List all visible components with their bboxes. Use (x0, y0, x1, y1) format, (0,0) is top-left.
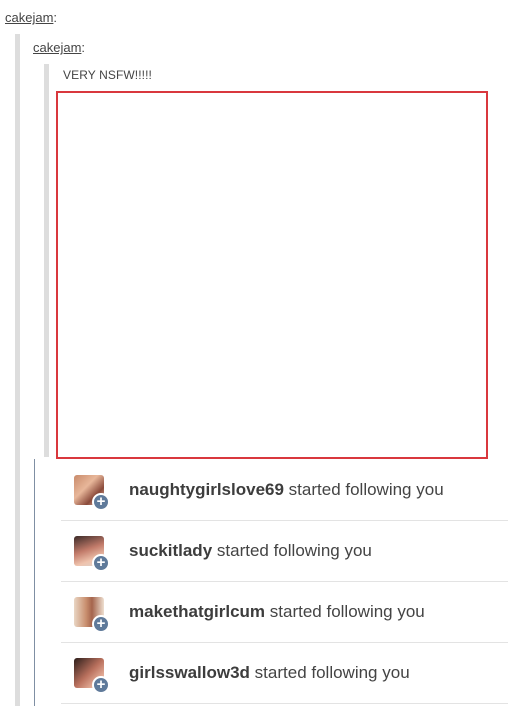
reblog-header-1: cakejam: (5, 10, 57, 25)
notification-action: started following you (288, 480, 444, 499)
notification-username[interactable]: girlsswallow3d (129, 663, 250, 682)
notification-username[interactable]: makethatgirlcum (129, 602, 265, 621)
notification-row[interactable]: + naughtygirlslove69 started following y… (61, 460, 508, 521)
plus-icon[interactable]: + (92, 554, 110, 572)
notification-text: suckitlady started following you (129, 541, 372, 561)
reblog-separator: : (81, 40, 86, 55)
notification-username[interactable]: naughtygirlslove69 (129, 480, 284, 499)
notification-action: started following you (216, 541, 372, 560)
post-text: VERY NSFW!!!!! (63, 68, 152, 82)
notification-text: girlsswallow3d started following you (129, 663, 410, 683)
notification-panel: + naughtygirlslove69 started following y… (34, 459, 508, 706)
notification-username[interactable]: suckitlady (129, 541, 212, 560)
notification-text: naughtygirlslove69 started following you (129, 480, 444, 500)
plus-icon[interactable]: + (92, 493, 110, 511)
post-image-frame[interactable] (56, 91, 488, 459)
reblog-separator: : (53, 10, 58, 25)
notification-row[interactable]: + makethatgirlcum started following you (61, 582, 508, 643)
notification-action: started following you (269, 602, 425, 621)
plus-icon[interactable]: + (92, 615, 110, 633)
quote-bar-inner (44, 64, 49, 457)
notification-text: makethatgirlcum started following you (129, 602, 425, 622)
reblog-username-link[interactable]: cakejam (5, 10, 53, 25)
quote-bar-outer (15, 34, 20, 706)
plus-icon[interactable]: + (92, 676, 110, 694)
reblog-username-link[interactable]: cakejam (33, 40, 81, 55)
reblog-header-2: cakejam: (33, 40, 85, 55)
notification-action: started following you (254, 663, 410, 682)
notification-row[interactable]: + girlsswallow3d started following you (61, 643, 508, 704)
notification-row[interactable]: + suckitlady started following you (61, 521, 508, 582)
